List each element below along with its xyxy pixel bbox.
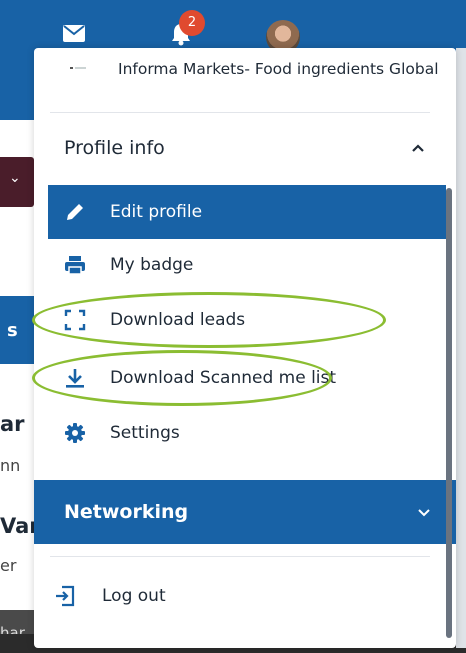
mail-icon[interactable] — [62, 24, 86, 43]
page-section-tab-label: s — [7, 320, 18, 341]
chevron-down-icon — [418, 509, 430, 517]
menu-item-edit-profile[interactable]: Edit profile — [48, 185, 446, 239]
menu-item-label: Edit profile — [110, 202, 203, 222]
chevron-down-icon: ⌄ — [9, 170, 21, 186]
profile-dropdown-menu: Informa Markets- Food ingredients Global… — [34, 48, 456, 648]
menu-item-label: Settings — [110, 423, 180, 443]
gear-icon — [65, 423, 85, 443]
logout-icon — [56, 585, 75, 607]
organization-logo — [70, 67, 86, 69]
profile-info-section-header[interactable]: Profile info — [48, 120, 446, 176]
page-text-fragment: nn — [0, 456, 21, 475]
highlight-oval — [32, 292, 386, 348]
section-title: Profile info — [64, 137, 165, 159]
page-section-tab[interactable]: s — [0, 296, 34, 364]
highlight-oval — [32, 350, 332, 406]
page-text-fragment: ar — [0, 412, 25, 436]
menu-item-settings[interactable]: Settings — [48, 406, 446, 460]
menu-item-label: My badge — [110, 255, 194, 275]
menu-scrollbar[interactable] — [446, 188, 452, 638]
organization-row: Informa Markets- Food ingredients Global — [34, 48, 456, 118]
page-text-fragment: er — [0, 556, 17, 575]
networking-section-header[interactable]: Networking — [34, 480, 456, 544]
printer-icon — [65, 256, 85, 275]
organization-name: Informa Markets- Food ingredients Global — [118, 60, 439, 78]
chevron-up-icon — [412, 144, 424, 152]
section-title: Networking — [64, 501, 189, 523]
logout-button[interactable]: Log out — [34, 568, 456, 624]
divider — [50, 556, 430, 557]
page-header-strip — [0, 60, 34, 120]
page-scroll-track — [456, 48, 466, 648]
page-dropdown-button[interactable]: ⌄ — [0, 157, 34, 207]
pencil-icon — [67, 204, 83, 220]
logout-label: Log out — [102, 586, 166, 606]
notification-badge: 2 — [179, 10, 205, 36]
menu-item-my-badge[interactable]: My badge — [48, 238, 446, 292]
divider — [50, 112, 430, 113]
